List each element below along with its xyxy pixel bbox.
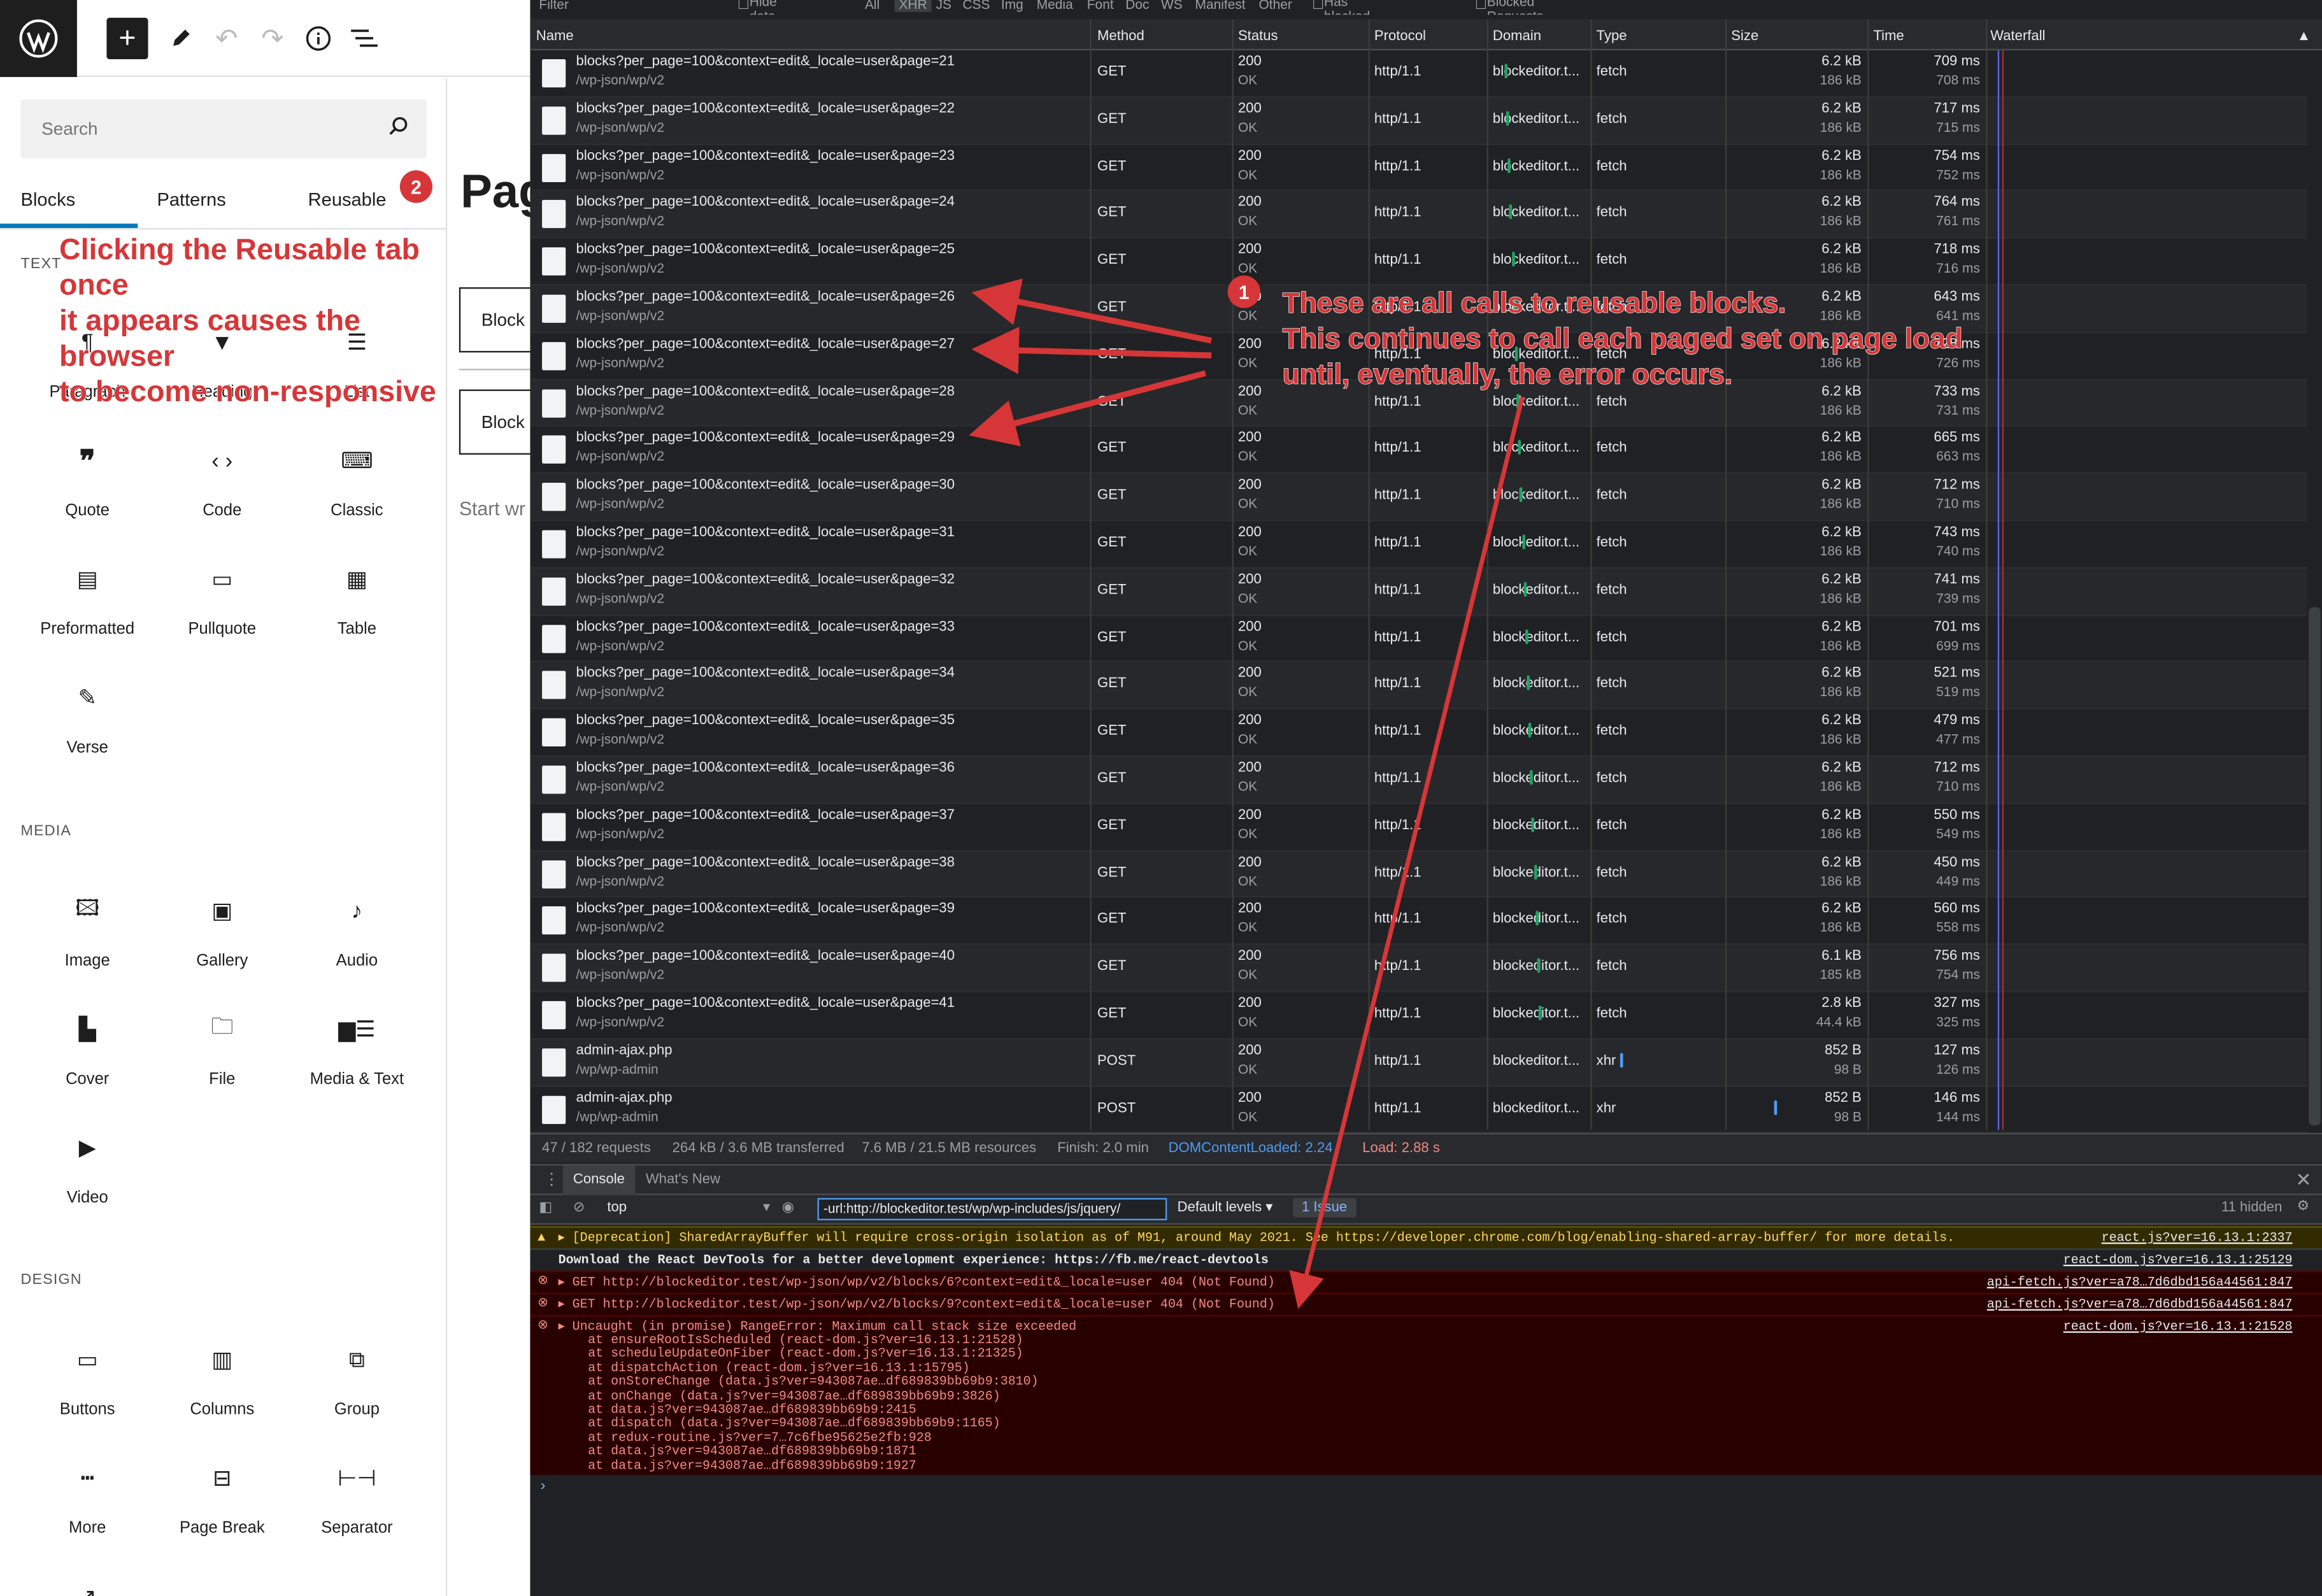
annotation-arrows xyxy=(969,278,1525,1309)
annotation-badge-1: 1 xyxy=(1227,275,1260,308)
arrow-to-page-26 xyxy=(971,278,1213,344)
arrow-to-page-27 xyxy=(971,327,1212,374)
note-line: This continues to call each paged set on… xyxy=(1282,324,1963,356)
arrow-to-error xyxy=(1289,396,1525,1309)
note-line: until, eventually, the error occurs. xyxy=(1282,359,1733,391)
note-line: These are all calls to reusable blocks. xyxy=(1282,289,1786,320)
annotation-right-note: These are all calls to reusable blocks. … xyxy=(1282,287,1963,394)
arrow-to-page-29 xyxy=(969,370,1206,446)
